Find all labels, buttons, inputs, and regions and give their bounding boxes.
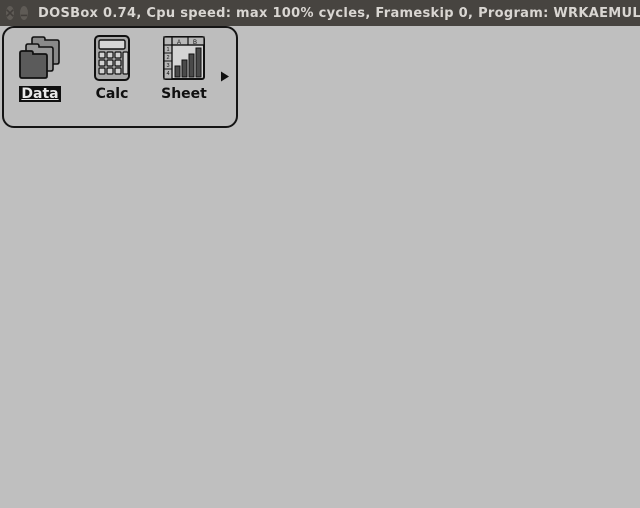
close-window-button[interactable] xyxy=(6,6,14,20)
folders-icon xyxy=(17,34,63,82)
app-calc[interactable]: Calc xyxy=(84,34,140,102)
scroll-right-arrow[interactable] xyxy=(220,68,230,87)
window-titlebar: DOSBox 0.74, Cpu speed: max 100% cycles,… xyxy=(0,0,640,26)
svg-text:1: 1 xyxy=(167,47,170,53)
emulator-desktop: Data xyxy=(0,26,640,508)
app-data-label: Data xyxy=(19,86,60,102)
spreadsheet-icon: A B 1 2 3 4 xyxy=(161,34,207,82)
app-launcher-panel: Data xyxy=(2,26,238,128)
app-sheet[interactable]: A B 1 2 3 4 Sheet xyxy=(156,34,212,102)
svg-text:4: 4 xyxy=(167,71,170,77)
app-sheet-label: Sheet xyxy=(159,86,209,102)
app-calc-label: Calc xyxy=(94,86,131,102)
calculator-icon xyxy=(89,34,135,82)
app-data[interactable]: Data xyxy=(12,34,68,102)
svg-text:A: A xyxy=(177,40,181,46)
window-title: DOSBox 0.74, Cpu speed: max 100% cycles,… xyxy=(38,6,640,21)
svg-text:2: 2 xyxy=(167,55,170,61)
svg-text:B: B xyxy=(193,40,197,46)
minimize-window-button[interactable] xyxy=(20,6,28,20)
svg-text:3: 3 xyxy=(167,63,170,69)
